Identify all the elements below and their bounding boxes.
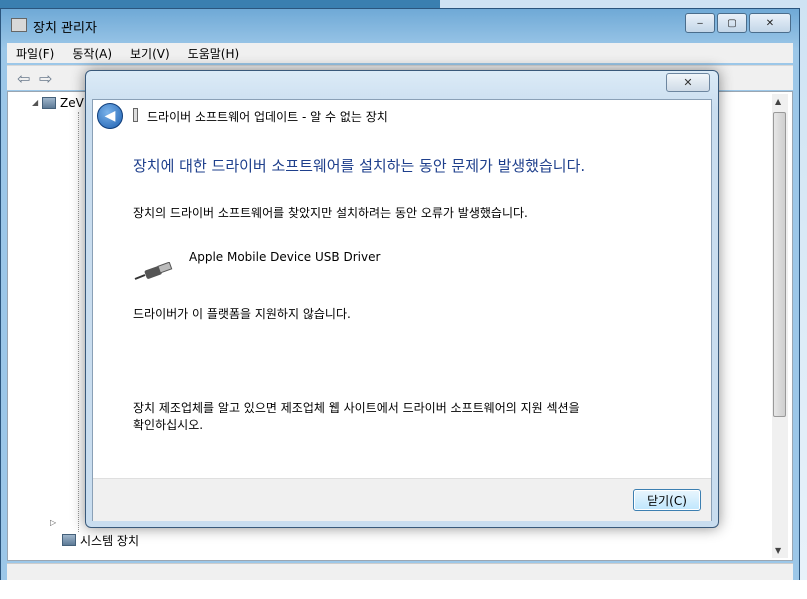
window-controls: ‒ ▢ ✕ <box>685 13 791 33</box>
menu-help[interactable]: 도움말(H) <box>179 45 249 62</box>
forward-arrow-icon[interactable]: ⇨ <box>39 69 52 88</box>
menu-action[interactable]: 동작(A) <box>63 45 121 62</box>
tree-scrollbar[interactable]: ▲ ▼ <box>772 94 788 558</box>
scroll-down-icon[interactable]: ▼ <box>775 546 781 555</box>
driver-update-dialog: ✕ ◀ 드라이버 소프트웨어 업데이트 - 알 수 없는 장치 장치에 대한 드… <box>85 70 719 528</box>
dialog-heading: 장치에 대한 드라이버 소프트웨어를 설치하는 동안 문제가 발생했습니다. <box>133 157 586 175</box>
expander-root-icon[interactable]: ◢ <box>32 98 38 107</box>
error-message: 장치의 드라이버 소프트웨어를 찾았지만 설치하려는 동안 오류가 발생했습니다… <box>133 206 528 220</box>
dialog-content: ◀ 드라이버 소프트웨어 업데이트 - 알 수 없는 장치 장치에 대한 드라이… <box>92 99 712 521</box>
tree-guide-line <box>78 112 79 532</box>
system-device-icon <box>62 534 76 546</box>
scrollbar-thumb[interactable] <box>773 112 786 417</box>
computer-icon <box>42 97 56 109</box>
tree-root[interactable]: ZeV <box>42 95 84 111</box>
driver-name: Apple Mobile Device USB Driver <box>189 250 381 264</box>
dialog-close-x-button[interactable]: ✕ <box>666 73 710 92</box>
usb-cable-icon <box>134 262 173 280</box>
back-arrow-icon[interactable]: ⇦ <box>17 69 30 88</box>
platform-message: 드라이버가 이 플랫폼을 지원하지 않습니다. <box>133 307 351 321</box>
background-strip <box>0 580 807 599</box>
menu-view[interactable]: 보기(V) <box>121 45 179 62</box>
tree-root-label: ZeV <box>60 96 84 110</box>
menu-file[interactable]: 파일(F) <box>7 45 63 62</box>
tree-item-system-devices[interactable]: 시스템 장치 <box>62 532 139 548</box>
tree-item-label: 시스템 장치 <box>80 533 140 548</box>
scroll-up-icon[interactable]: ▲ <box>775 97 781 106</box>
maximize-button[interactable]: ▢ <box>717 13 747 33</box>
device-manager-icon <box>11 18 27 32</box>
expander-system-icon[interactable]: ▷ <box>50 518 56 527</box>
back-button-icon[interactable]: ◀ <box>97 103 123 129</box>
dialog-footer: 닫기(C) <box>93 478 711 521</box>
menu-bar: 파일(F) 동작(A) 보기(V) 도움말(H) <box>7 43 793 63</box>
close-window-button[interactable]: ✕ <box>749 13 791 33</box>
usb-device-icon <box>133 108 138 122</box>
manufacturer-hint-cont: 확인하십시오. <box>133 418 204 432</box>
manufacturer-hint: 장치 제조업체를 알고 있으면 제조업체 웹 사이트에서 드라이버 소프트웨어의… <box>133 401 580 415</box>
close-button[interactable]: 닫기(C) <box>633 489 701 511</box>
window-title: 장치 관리자 <box>33 21 97 36</box>
dialog-title: 드라이버 소프트웨어 업데이트 - 알 수 없는 장치 <box>147 110 388 124</box>
minimize-button[interactable]: ‒ <box>685 13 715 33</box>
